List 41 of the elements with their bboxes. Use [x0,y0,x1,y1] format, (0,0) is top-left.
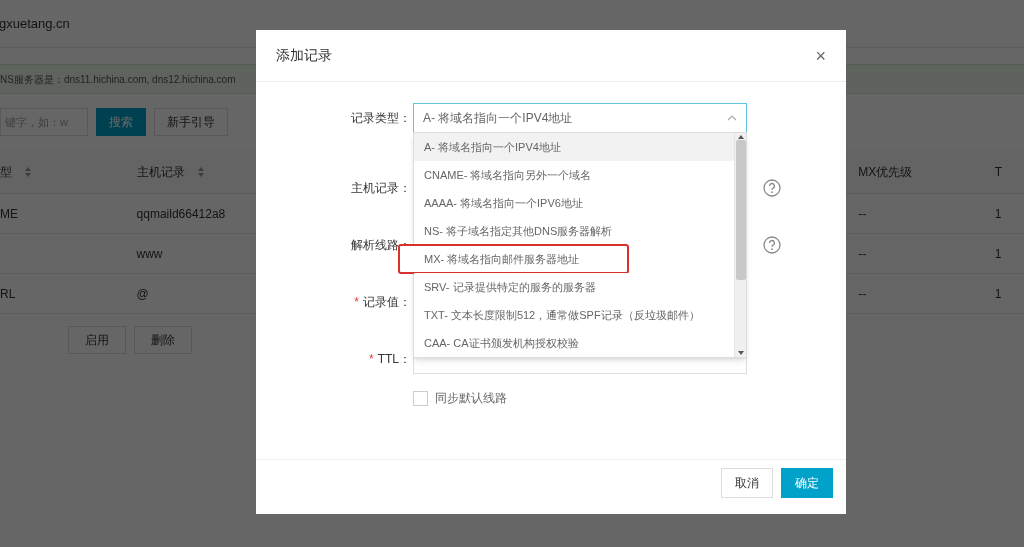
field-label: 记录类型： [351,110,411,127]
table-cell: qqmaild66412a8 [136,206,226,221]
caret-icon [727,115,737,121]
table-cell: RL [0,286,16,301]
dialog-title: 添加记录 [276,46,332,65]
help-icon[interactable] [763,178,781,197]
field-label: 主机记录： [351,179,411,197]
site-title: gxuetang.cn [0,14,70,33]
field-label: 记录值： [363,293,411,311]
bulk-action-button[interactable]: 启用 [68,326,126,354]
checkbox-label: 同步默认线路 [435,390,507,407]
dropdown-option[interactable]: A- 将域名指向一个IPV4地址 [414,133,734,161]
table-cell: 1 [994,286,1002,301]
scroll-down-icon[interactable] [737,351,744,355]
table-cell: ME [0,206,18,221]
checkbox[interactable] [413,390,428,406]
column-header: T [994,163,1003,181]
dns-notice: NS服务器是：dns11.hichina.com, dns12.hichina.com [0,72,236,87]
table-cell: @ [136,286,149,301]
table-cell: -- [858,246,867,261]
table-cell: -- [858,206,867,221]
scrollbar[interactable] [734,133,746,357]
column-header: 主机记录 [136,163,185,181]
field-label: TTL： [377,350,411,368]
bulk-action-button[interactable]: 删除 [134,326,192,354]
close-button[interactable]: × [815,46,826,65]
table-cell: -- [858,286,867,301]
table-cell: 1 [994,246,1002,261]
column-header: 型 [0,163,12,181]
help-icon[interactable] [763,235,781,254]
cancel-button[interactable]: 取消 [721,468,773,498]
required-mark: * [354,293,359,311]
table-cell: 1 [994,206,1002,221]
dropdown-option[interactable]: MX- 将域名指向邮件服务器地址 [399,245,628,273]
dropdown-option[interactable]: CAA- CA证书颁发机构授权校验 [414,329,734,357]
guide-button[interactable]: 新手引导 [154,108,228,136]
sort-icon[interactable] [196,165,205,178]
table-cell: www [136,246,163,261]
required-mark: * [369,350,374,368]
sort-icon[interactable] [24,165,32,178]
column-header: MX优先级 [858,163,913,181]
